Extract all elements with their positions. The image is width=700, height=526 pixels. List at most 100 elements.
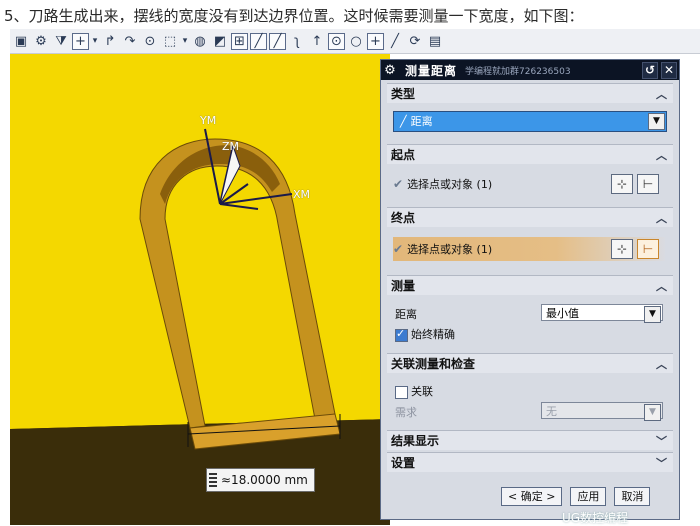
- point-type-icon[interactable]: ⊢: [637, 174, 659, 194]
- section-measure: 测量 ︿: [387, 275, 673, 295]
- slash-icon[interactable]: ╱: [269, 32, 286, 50]
- circle-icon[interactable]: ⊙: [141, 32, 159, 50]
- section-header-assoc[interactable]: 关联测量和检查 ︿: [387, 353, 673, 373]
- distance-mode-select[interactable]: 最小值 ▼: [541, 304, 663, 323]
- diagonal-icon[interactable]: ╱: [386, 32, 404, 50]
- chevron-up-icon[interactable]: ︿: [656, 86, 667, 102]
- square-icon[interactable]: ⬚: [161, 32, 179, 50]
- section-result: 结果显示 ﹀: [387, 430, 673, 450]
- axis-label-z: ZM: [222, 140, 240, 153]
- section-end: 终点 ︿: [387, 207, 673, 227]
- require-label: 需求: [395, 406, 417, 419]
- magnet-icon[interactable]: ⟳: [406, 32, 424, 50]
- type-value: 距离: [410, 115, 433, 128]
- start-select-row[interactable]: ✔ 选择点或对象 (1) ⊹ ⊢: [393, 172, 665, 196]
- section-title: 设置: [391, 456, 416, 470]
- type-select[interactable]: ╱ 距离 ▼: [393, 111, 667, 132]
- chevron-down-icon[interactable]: ▾: [181, 32, 189, 50]
- tutorial-caption: 5、刀路生成出来，摆线的宽度没有到达边界位置。这时候需要测量一下宽度，如下图：: [4, 7, 584, 25]
- gear-icon[interactable]: ⚙: [32, 32, 50, 50]
- chevron-down-icon[interactable]: ▼: [644, 306, 661, 323]
- gear-icon[interactable]: ⚙: [381, 63, 399, 78]
- circle-point-icon[interactable]: ⊙: [328, 32, 345, 50]
- chevron-down-icon[interactable]: ﹀: [656, 455, 667, 471]
- accurate-checkbox[interactable]: [395, 327, 408, 342]
- title-watermark: 学编程就加群726236503: [465, 66, 571, 77]
- distance-icon: ╱: [400, 115, 407, 128]
- section-title: 终点: [391, 211, 416, 225]
- chevron-up-icon[interactable]: ︿: [656, 147, 667, 163]
- dialog-title: 测量距离: [405, 63, 458, 78]
- channel-watermark: UG数控编程: [562, 511, 629, 525]
- chevron-up-icon[interactable]: ︿: [656, 356, 667, 372]
- graphics-viewport[interactable]: YM ZM XM ≈18.0000 mm: [10, 54, 390, 525]
- axis-label-y: YM: [200, 114, 217, 127]
- chevron-down-icon[interactable]: ▼: [648, 113, 665, 130]
- reset-icon[interactable]: ↺: [642, 62, 658, 79]
- accurate-checkbox-row[interactable]: 始终精确: [395, 326, 595, 342]
- check-icon: ✔: [393, 177, 404, 191]
- section-title: 类型: [391, 87, 416, 101]
- rotate-icon[interactable]: ↷: [121, 32, 139, 50]
- book-icon[interactable]: ▤: [426, 32, 444, 50]
- distance-mode-value: 最小值: [546, 307, 579, 320]
- section-title: 结果显示: [391, 434, 440, 448]
- section-start: 起点 ︿: [387, 144, 673, 164]
- assoc-checkbox-row[interactable]: 关联: [395, 383, 595, 399]
- chevron-down-icon[interactable]: ▾: [91, 32, 99, 50]
- section-title: 起点: [391, 148, 416, 162]
- point-icon[interactable]: +: [72, 32, 89, 50]
- point-dialog-icon[interactable]: ⊹: [611, 174, 633, 194]
- ring-icon[interactable]: ○: [347, 32, 365, 50]
- section-assoc: 关联测量和检查 ︿: [387, 353, 673, 373]
- close-icon[interactable]: ✕: [661, 62, 677, 79]
- arrow-icon[interactable]: ↱: [101, 32, 119, 50]
- ok-button[interactable]: < 确定 >: [501, 487, 563, 506]
- drag-handle-icon[interactable]: [209, 472, 217, 487]
- dimension-value: ≈18.0000 mm: [221, 473, 308, 487]
- section-settings: 设置 ﹀: [387, 452, 673, 472]
- snap-icon[interactable]: ▣: [12, 32, 30, 50]
- chevron-up-icon[interactable]: ︿: [656, 210, 667, 226]
- line-icon[interactable]: ╱: [250, 32, 267, 50]
- section-header-result[interactable]: 结果显示 ﹀: [387, 430, 673, 450]
- section-header-measure[interactable]: 测量 ︿: [387, 275, 673, 295]
- axis-label-x: XM: [293, 188, 311, 201]
- plus-icon[interactable]: +: [367, 32, 384, 50]
- assoc-label: 关联: [411, 385, 433, 398]
- assoc-checkbox[interactable]: [395, 385, 408, 399]
- section-header-start[interactable]: 起点 ︿: [387, 144, 673, 164]
- chevron-down-icon: ▼: [644, 404, 661, 421]
- require-select: 无 ▼: [541, 402, 663, 421]
- chevron-up-icon[interactable]: ︿: [656, 278, 667, 294]
- point-dialog-icon[interactable]: ⊹: [611, 239, 633, 259]
- dialog-titlebar: ⚙ 测量距离 学编程就加群726236503 ↺ ✕: [381, 60, 679, 80]
- start-select-label: 选择点或对象 (1): [407, 178, 493, 191]
- yellow-part-face: [10, 54, 390, 429]
- end-select-row[interactable]: ✔ 选择点或对象 (1) ⊹ ⊢: [393, 237, 665, 261]
- chevron-down-icon[interactable]: ﹀: [656, 433, 667, 449]
- check-icon: ✔: [393, 242, 404, 256]
- distance-label: 距离: [395, 308, 417, 321]
- toolbar: ▣ ⚙ ⧩ + ▾ ↱ ↷ ⊙ ⬚ ▾ ◍ ◩ ⊞ ╱ ╱ ʅ ↑ ⊙ ○ + …: [10, 29, 700, 54]
- require-value: 无: [546, 405, 557, 418]
- end-select-label: 选择点或对象 (1): [407, 243, 493, 256]
- point-type-icon[interactable]: ⊢: [637, 239, 659, 259]
- apply-button[interactable]: 应用: [570, 487, 607, 506]
- measure-distance-dialog: ⚙ 测量距离 学编程就加群726236503 ↺ ✕ 类型 ︿ ╱ 距离 ▼ 起点…: [380, 59, 680, 520]
- title-buttons: ↺ ✕: [642, 62, 677, 79]
- cube-icon[interactable]: ◩: [211, 32, 229, 50]
- curve-icon[interactable]: ʅ: [288, 32, 306, 50]
- section-title: 关联测量和检查: [391, 357, 476, 371]
- grid-icon[interactable]: ⊞: [231, 32, 248, 50]
- section-title: 测量: [391, 279, 416, 293]
- cancel-button[interactable]: 取消: [614, 487, 651, 506]
- shade-icon[interactable]: ◍: [191, 32, 209, 50]
- accurate-label: 始终精确: [411, 328, 455, 341]
- dimension-readout[interactable]: ≈18.0000 mm: [206, 468, 315, 492]
- filter-icon[interactable]: ⧩: [52, 32, 70, 50]
- up-arrow-icon[interactable]: ↑: [308, 32, 326, 50]
- section-header-end[interactable]: 终点 ︿: [387, 207, 673, 227]
- section-header-settings[interactable]: 设置 ﹀: [387, 452, 673, 472]
- section-header-type[interactable]: 类型 ︿: [387, 83, 673, 103]
